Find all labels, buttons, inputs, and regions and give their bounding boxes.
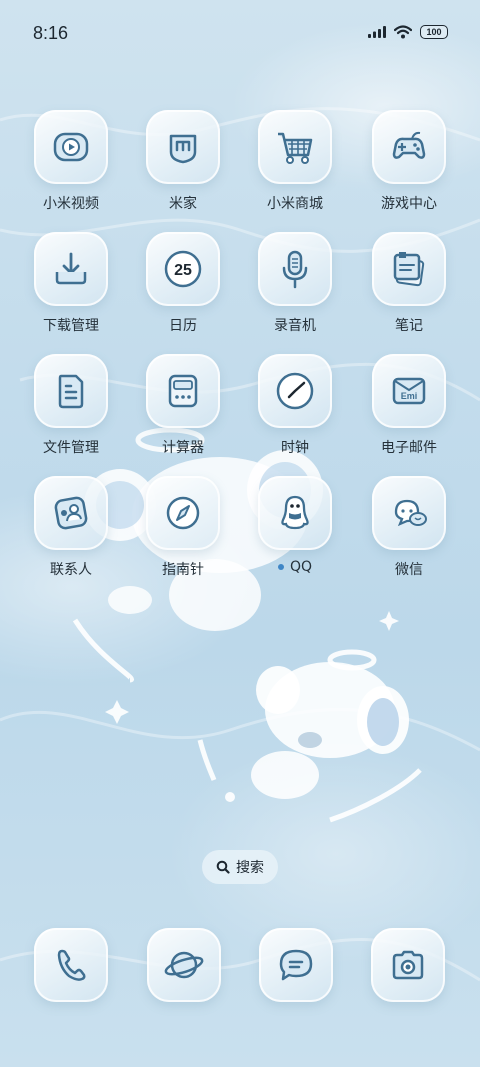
dock-phone[interactable]	[33, 928, 109, 1002]
app-label: 文件管理	[43, 440, 99, 456]
microphone-icon	[282, 250, 308, 289]
app-tile	[34, 232, 108, 306]
email-icon-text: Emi	[401, 391, 418, 401]
app-calculator[interactable]: 计算器	[128, 354, 238, 457]
notes-icon	[393, 252, 425, 287]
app-tile	[34, 928, 108, 1002]
search-icon	[216, 860, 230, 874]
browser-planet-icon	[164, 951, 204, 979]
signal-icon	[368, 26, 386, 38]
calendar-date: 25	[174, 262, 192, 279]
app-label: 联系人	[50, 562, 92, 578]
koala-illustration-2	[197, 649, 422, 823]
app-tile	[34, 354, 108, 428]
app-downloads[interactable]: 下载管理	[16, 232, 126, 335]
app-wechat[interactable]: 微信	[354, 476, 464, 579]
contacts-icon	[54, 496, 88, 530]
file-document-icon	[58, 374, 84, 409]
battery-indicator: 100	[420, 25, 448, 39]
status-icons: 100	[368, 25, 448, 39]
new-install-dot	[277, 564, 284, 570]
app-mi-store[interactable]: 小米商城	[240, 110, 350, 213]
app-label: 小米商城	[267, 196, 323, 212]
app-tile	[146, 476, 220, 550]
dock-browser[interactable]	[146, 928, 222, 1002]
app-label: 计算器	[162, 440, 204, 456]
messages-icon	[279, 949, 313, 981]
wechat-icon	[394, 499, 427, 527]
calculator-icon	[168, 374, 198, 408]
app-label: 下载管理	[43, 318, 99, 334]
clock-time: 8:16	[33, 23, 69, 43]
app-file-manager[interactable]: 文件管理	[16, 354, 126, 457]
shopping-cart-icon	[278, 132, 313, 164]
app-contacts[interactable]: 联系人	[16, 476, 126, 579]
dock-messages[interactable]	[258, 928, 334, 1002]
app-calendar[interactable]: 25 日历	[128, 232, 238, 335]
app-notes[interactable]: 笔记	[354, 232, 464, 335]
clock-icon	[276, 372, 314, 410]
gamepad-icon	[392, 131, 426, 159]
calendar-icon: 25	[164, 250, 202, 288]
app-tile: Emi	[372, 354, 446, 428]
app-label: QQ	[240, 559, 350, 575]
app-tile	[258, 232, 332, 306]
app-label: 指南针	[162, 562, 204, 578]
status-bar: 8:16 100	[0, 0, 480, 68]
video-play-icon	[53, 132, 89, 162]
app-game-center[interactable]: 游戏中心	[354, 110, 464, 213]
search-label: 搜索	[236, 860, 264, 876]
app-tile	[371, 928, 445, 1002]
app-tile	[372, 476, 446, 550]
app-label: 录音机	[274, 318, 316, 334]
camera-icon	[392, 950, 424, 980]
app-recorder[interactable]: 录音机	[240, 232, 350, 335]
app-tile	[372, 110, 446, 184]
app-mi-video[interactable]: 小米视频	[16, 110, 126, 213]
compass-icon	[166, 496, 200, 530]
app-tile	[147, 928, 221, 1002]
mi-home-icon	[169, 134, 197, 164]
app-tile	[258, 476, 332, 550]
search-button[interactable]: 搜索	[202, 850, 278, 884]
qq-penguin-icon	[281, 495, 309, 530]
app-tile	[34, 476, 108, 550]
app-tile	[259, 928, 333, 1002]
app-tile	[146, 354, 220, 428]
app-label-text: QQ	[289, 559, 313, 575]
app-tile: 25	[146, 232, 220, 306]
app-label: 日历	[169, 318, 197, 334]
app-label: 笔记	[395, 318, 423, 334]
app-label: 微信	[395, 562, 423, 578]
app-label: 米家	[169, 196, 197, 212]
app-tile	[34, 110, 108, 184]
app-clock[interactable]: 时钟	[240, 354, 350, 457]
app-tile	[258, 110, 332, 184]
app-tile	[372, 232, 446, 306]
app-label: 电子邮件	[381, 440, 437, 456]
app-mi-home[interactable]: 米家	[128, 110, 238, 213]
app-label: 游戏中心	[381, 196, 437, 212]
app-email[interactable]: Emi 电子邮件	[354, 354, 464, 457]
app-qq[interactable]: QQ	[240, 476, 350, 575]
app-tile	[146, 110, 220, 184]
dock-camera[interactable]	[370, 928, 446, 1002]
app-compass[interactable]: 指南针	[128, 476, 238, 579]
wifi-icon	[394, 25, 412, 39]
app-tile	[258, 354, 332, 428]
app-label: 小米视频	[43, 196, 99, 212]
download-icon	[55, 252, 87, 285]
phone-icon	[57, 949, 86, 981]
app-label: 时钟	[281, 440, 309, 456]
email-envelope-icon: Emi	[392, 377, 426, 405]
